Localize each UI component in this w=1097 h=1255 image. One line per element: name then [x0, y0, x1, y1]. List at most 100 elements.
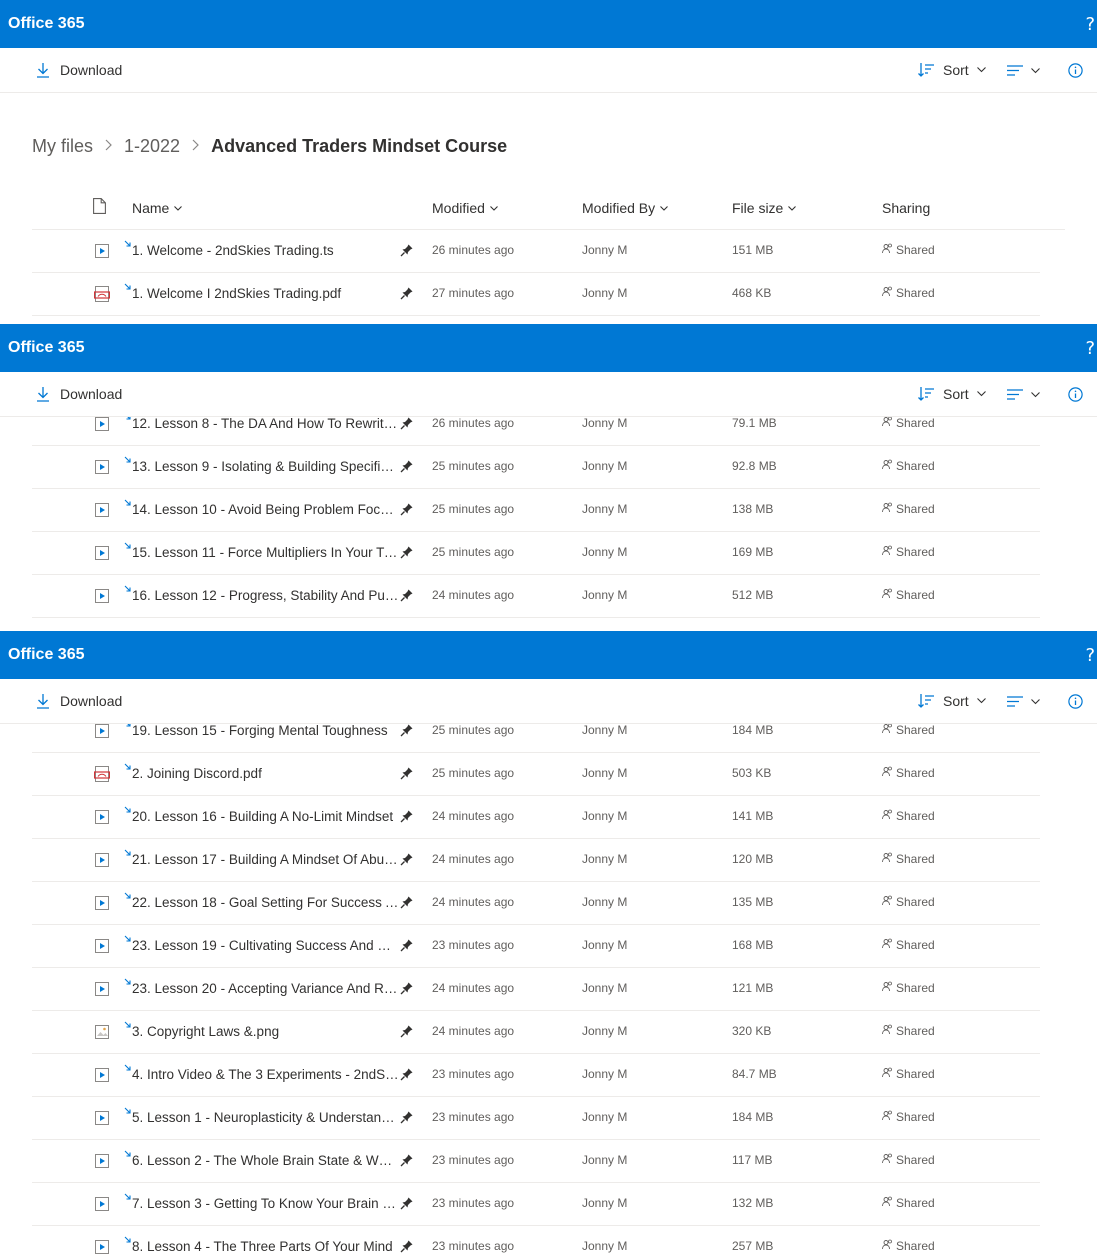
file-row[interactable]: 3. Copyright Laws &.png 24 minutes ago Jon… — [32, 1011, 1040, 1054]
pin-icon[interactable] — [400, 459, 414, 478]
pin-icon[interactable] — [400, 1067, 414, 1086]
pin-icon[interactable] — [400, 588, 414, 607]
view-options-button[interactable] — [1007, 65, 1040, 76]
file-row[interactable]: 2. Joining Discord.pdf 25 minutes ago Jonn… — [32, 753, 1040, 796]
pin-icon[interactable] — [400, 1110, 414, 1129]
sort-button[interactable]: Sort — [918, 62, 994, 78]
pin-icon[interactable] — [400, 1024, 414, 1043]
sharing-status[interactable]: Shared — [882, 938, 935, 952]
download-button[interactable]: Download — [36, 62, 122, 78]
pin-icon[interactable] — [400, 502, 414, 521]
file-row[interactable]: 7. Lesson 3 - Getting To Know Your Brain… — [32, 1183, 1040, 1226]
sharing-status[interactable]: Shared — [882, 1153, 935, 1167]
file-name[interactable]: 19. Lesson 15 - Forging Mental Toughness — [132, 723, 399, 738]
file-row[interactable]: 1. Welcome I 2ndSkies Trading.pdf 27 minu… — [32, 273, 1040, 316]
pin-icon[interactable] — [400, 1196, 414, 1215]
file-name[interactable]: 1. Welcome I 2ndSkies Trading.pdf — [132, 286, 399, 301]
breadcrumb-my-files[interactable]: My files — [32, 136, 93, 157]
pin-icon[interactable] — [400, 416, 414, 435]
sharing-status[interactable]: Shared — [882, 1110, 935, 1124]
sharing-status[interactable]: Shared — [882, 723, 935, 737]
column-modified-by[interactable]: Modified By — [582, 200, 669, 216]
file-name[interactable]: 7. Lesson 3 - Getting To Know Your Brain… — [132, 1196, 399, 1211]
sharing-status[interactable]: Shared — [882, 766, 935, 780]
pin-icon[interactable] — [400, 981, 414, 1000]
file-row[interactable]: 13. Lesson 9 - Isolating & Building Spec… — [32, 446, 1040, 489]
file-name[interactable]: 23. Lesson 20 - Accepting Variance And R… — [132, 981, 399, 996]
app-title[interactable]: Office 365 — [0, 646, 84, 664]
view-options-button[interactable] — [1007, 696, 1040, 707]
sharing-status[interactable]: Shared — [882, 981, 935, 995]
sharing-status[interactable]: Shared — [882, 416, 935, 430]
pin-icon[interactable] — [400, 723, 414, 742]
sharing-status[interactable]: Shared — [882, 286, 935, 300]
file-row[interactable]: 20. Lesson 16 - Building A No-Limit Mind… — [32, 796, 1040, 839]
download-button[interactable]: Download — [36, 693, 122, 709]
file-name[interactable]: 21. Lesson 17 - Building A Mindset Of Ab… — [132, 852, 399, 867]
file-name[interactable]: 20. Lesson 16 - Building A No-Limit Mind… — [132, 809, 399, 824]
pin-icon[interactable] — [400, 1153, 414, 1172]
file-type-icon[interactable] — [93, 198, 106, 214]
file-name[interactable]: 22. Lesson 18 - Goal Setting For Success… — [132, 895, 399, 910]
file-row[interactable]: 5. Lesson 1 - Neuroplasticity & Understa… — [32, 1097, 1040, 1140]
sharing-status[interactable]: Shared — [882, 852, 935, 866]
file-name[interactable]: 23. Lesson 19 - Cultivating Success And … — [132, 938, 399, 953]
info-button[interactable] — [1068, 694, 1083, 714]
column-name[interactable]: Name — [132, 200, 183, 216]
sharing-status[interactable]: Shared — [882, 545, 935, 559]
sort-button[interactable]: Sort — [918, 386, 994, 402]
sort-button[interactable]: Sort — [918, 693, 994, 709]
help-button[interactable]: ? — [1085, 338, 1097, 359]
pin-icon[interactable] — [400, 938, 414, 957]
app-title[interactable]: Office 365 — [0, 339, 84, 357]
file-row[interactable]: 16. Lesson 12 - Progress, Stability And … — [32, 575, 1040, 618]
sharing-status[interactable]: Shared — [882, 502, 935, 516]
download-button[interactable]: Download — [36, 386, 122, 402]
file-row[interactable]: 6. Lesson 2 - The Whole Brain State & Wh… — [32, 1140, 1040, 1183]
file-row[interactable]: 14. Lesson 10 - Avoid Being Problem Focu… — [32, 489, 1040, 532]
pin-icon[interactable] — [400, 766, 414, 785]
file-name[interactable]: 8. Lesson 4 - The Three Parts Of Your Mi… — [132, 1239, 399, 1254]
sharing-status[interactable]: Shared — [882, 1067, 935, 1081]
file-row[interactable]: 23. Lesson 20 - Accepting Variance And R… — [32, 968, 1040, 1011]
pin-icon[interactable] — [400, 895, 414, 914]
file-name[interactable]: 2. Joining Discord.pdf — [132, 766, 399, 781]
info-button[interactable] — [1068, 63, 1083, 83]
pin-icon[interactable] — [400, 852, 414, 871]
file-row[interactable]: 1. Welcome - 2ndSkies Trading.ts 26 minut… — [32, 230, 1040, 273]
file-name[interactable]: 5. Lesson 1 - Neuroplasticity & Understa… — [132, 1110, 399, 1125]
sharing-status[interactable]: Shared — [882, 895, 935, 909]
file-name[interactable]: 3. Copyright Laws &.png — [132, 1024, 399, 1039]
file-name[interactable]: 14. Lesson 10 - Avoid Being Problem Focu… — [132, 502, 399, 517]
file-name[interactable]: 1. Welcome - 2ndSkies Trading.ts — [132, 243, 399, 258]
file-row[interactable]: 15. Lesson 11 - Force Multipliers In You… — [32, 532, 1040, 575]
pin-icon[interactable] — [400, 286, 414, 305]
column-file-size[interactable]: File size — [732, 200, 797, 216]
column-modified[interactable]: Modified — [432, 200, 498, 216]
view-options-button[interactable] — [1007, 389, 1040, 400]
sharing-status[interactable]: Shared — [882, 459, 935, 473]
file-name[interactable]: 16. Lesson 12 - Progress, Stability And … — [132, 588, 399, 603]
sharing-status[interactable]: Shared — [882, 1196, 935, 1210]
file-row[interactable]: 4. Intro Video & The 3 Experiments - 2nd… — [32, 1054, 1040, 1097]
file-name[interactable]: 6. Lesson 2 - The Whole Brain State & Wh… — [132, 1153, 399, 1168]
file-row[interactable]: 23. Lesson 19 - Cultivating Success And … — [32, 925, 1040, 968]
file-name[interactable]: 13. Lesson 9 - Isolating & Building Spec… — [132, 459, 399, 474]
sharing-status[interactable]: Shared — [882, 243, 935, 257]
sharing-status[interactable]: Shared — [882, 1239, 935, 1253]
pin-icon[interactable] — [400, 809, 414, 828]
app-title[interactable]: Office 365 — [0, 15, 84, 33]
breadcrumb-folder[interactable]: 1-2022 — [124, 136, 180, 157]
file-row[interactable]: 21. Lesson 17 - Building A Mindset Of Ab… — [32, 839, 1040, 882]
sharing-status[interactable]: Shared — [882, 809, 935, 823]
help-button[interactable]: ? — [1085, 14, 1097, 35]
sharing-status[interactable]: Shared — [882, 588, 935, 602]
file-name[interactable]: 15. Lesson 11 - Force Multipliers In You… — [132, 545, 399, 560]
file-name[interactable]: 12. Lesson 8 - The DA And How To Rewrite… — [132, 416, 399, 431]
file-row[interactable]: 22. Lesson 18 - Goal Setting For Success… — [32, 882, 1040, 925]
sharing-status[interactable]: Shared — [882, 1024, 935, 1038]
file-row[interactable]: 8. Lesson 4 - The Three Parts Of Your Mi… — [32, 1226, 1040, 1255]
pin-icon[interactable] — [400, 243, 414, 262]
file-name[interactable]: 4. Intro Video & The 3 Experiments - 2nd… — [132, 1067, 399, 1082]
help-button[interactable]: ? — [1085, 645, 1097, 666]
